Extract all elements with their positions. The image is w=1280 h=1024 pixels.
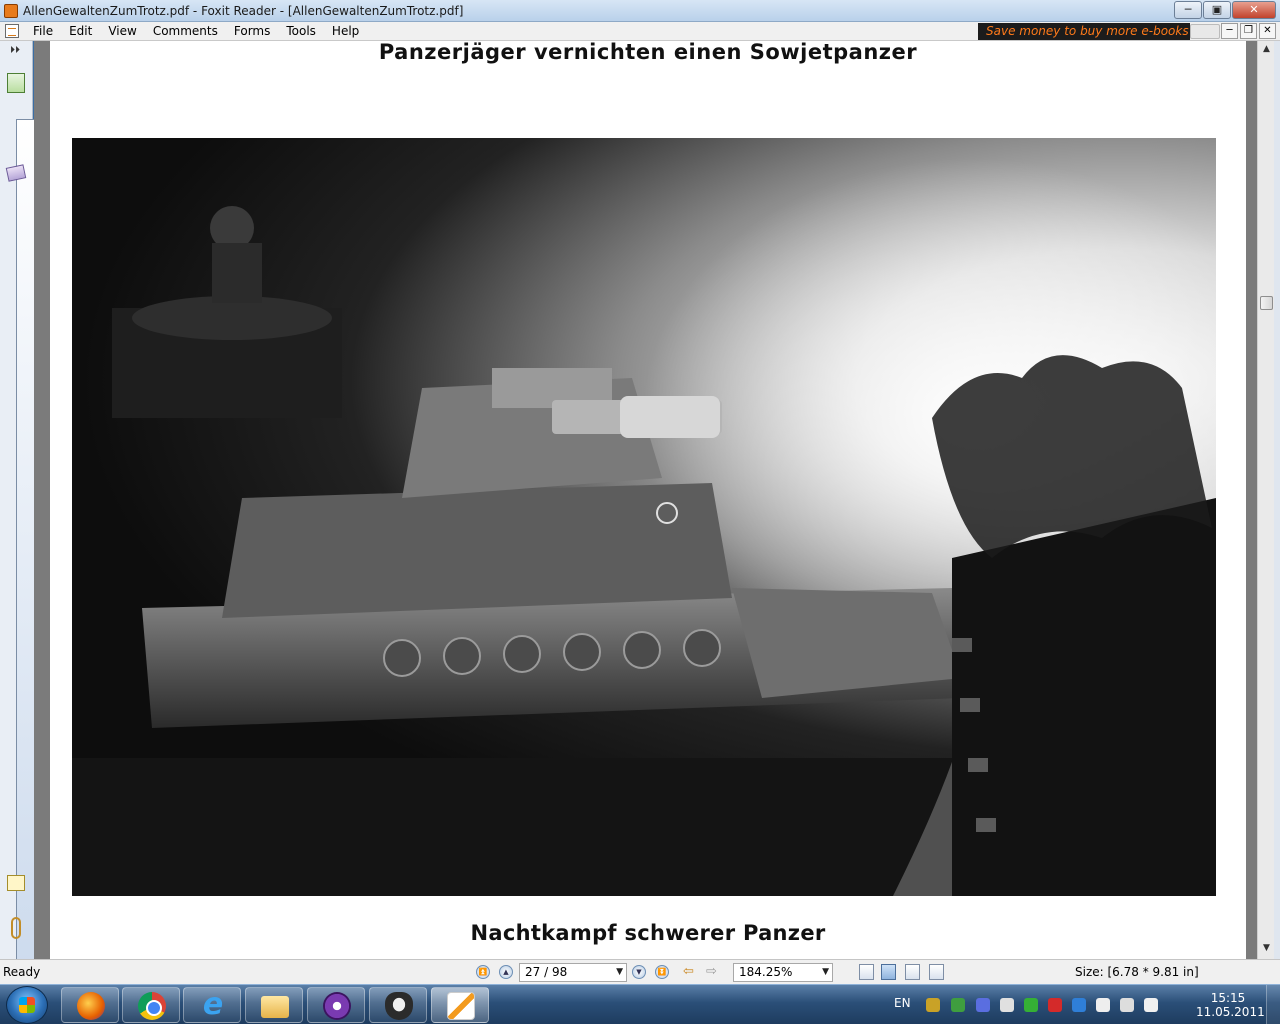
- tray-icon-4[interactable]: [1000, 998, 1014, 1012]
- maximize-button[interactable]: ▣: [1203, 1, 1231, 19]
- tank-night-photo: [72, 138, 1216, 896]
- menu-tools[interactable]: Tools: [278, 24, 324, 38]
- firefox-icon: [77, 992, 105, 1020]
- taskbar-ie[interactable]: e: [183, 987, 241, 1023]
- start-button[interactable]: [6, 986, 48, 1024]
- doc-minimize-button[interactable]: ─: [1221, 23, 1238, 39]
- volume-icon[interactable]: [1168, 998, 1182, 1012]
- go-forward-icon[interactable]: ⇨: [706, 964, 717, 979]
- page-number-input[interactable]: 27 / 98 ▼: [519, 963, 627, 982]
- language-indicator[interactable]: EN: [894, 996, 911, 1010]
- continuous-facing-view-icon[interactable]: [929, 964, 944, 980]
- pdf-page: Panzerjäger vernichten einen Sowjetpanze…: [50, 41, 1246, 959]
- menu-view[interactable]: View: [100, 24, 144, 38]
- menu-help[interactable]: Help: [324, 24, 367, 38]
- taskbar-foxit[interactable]: [431, 987, 489, 1023]
- previous-page-button[interactable]: ▲: [499, 965, 513, 979]
- show-desktop-button[interactable]: [1266, 985, 1280, 1024]
- window-title-bar[interactable]: AllenGewaltenZumTrotz.pdf - Foxit Reader…: [0, 0, 1280, 22]
- system-clock[interactable]: 15:15 11.05.2011: [1196, 991, 1265, 1019]
- tray-icon-5[interactable]: [1024, 998, 1038, 1012]
- window-controls: ─ ▣ ✕: [1173, 1, 1276, 19]
- ad-dismiss-button[interactable]: [1190, 24, 1220, 39]
- zoom-dropdown-icon[interactable]: ▼: [822, 964, 829, 981]
- ie-icon: e: [202, 987, 224, 1022]
- status-text: Ready: [3, 965, 41, 979]
- zoom-level-value: 184.25%: [739, 965, 793, 979]
- taskbar-chrome[interactable]: [122, 987, 180, 1023]
- page-size-indicator: Size: [6.78 * 9.81 in]: [1075, 965, 1199, 979]
- tray-network-arrows-icon[interactable]: [1048, 998, 1062, 1012]
- zoom-level-select[interactable]: 184.25% ▼: [733, 963, 833, 982]
- taskbar-explorer[interactable]: [245, 987, 303, 1023]
- foxit-icon: [447, 992, 475, 1020]
- menu-forms[interactable]: Forms: [226, 24, 278, 38]
- tray-flag-icon[interactable]: [1144, 998, 1158, 1012]
- windows-taskbar: e EN 15:15 11.05.2011: [0, 984, 1280, 1024]
- document-icon[interactable]: [5, 24, 19, 38]
- menu-edit[interactable]: Edit: [61, 24, 100, 38]
- menu-bar: File Edit View Comments Forms Tools Help…: [0, 22, 1280, 41]
- first-page-button[interactable]: ⏫: [476, 965, 490, 979]
- navigation-sidebar: ⏵⏵: [0, 41, 1212, 1024]
- torrent-icon: [323, 992, 351, 1020]
- menu-comments[interactable]: Comments: [145, 24, 226, 38]
- window-right-edge: [1274, 41, 1280, 959]
- bookmarks-icon[interactable]: [7, 73, 25, 93]
- minimize-button[interactable]: ─: [1174, 1, 1202, 19]
- ad-banner[interactable]: Save money to buy more e-books: [978, 23, 1190, 40]
- document-window-controls: ─ ❐ ✕: [1219, 23, 1276, 39]
- tray-icon-1[interactable]: [926, 998, 940, 1012]
- continuous-view-icon[interactable]: [881, 964, 896, 980]
- doc-close-button[interactable]: ✕: [1259, 23, 1276, 39]
- taskbar-firefox[interactable]: [61, 987, 119, 1023]
- tray-icon-9[interactable]: [1120, 998, 1134, 1012]
- single-page-view-icon[interactable]: [859, 964, 874, 980]
- taskbar-alien[interactable]: [369, 987, 427, 1023]
- foxit-app-icon: [4, 3, 18, 18]
- tray-icon-2[interactable]: [951, 998, 965, 1012]
- top-caption: Panzerjäger vernichten einen Sowjetpanze…: [378, 41, 918, 64]
- taskbar-torrent[interactable]: [307, 987, 365, 1023]
- page-number-value: 27 / 98: [525, 965, 568, 979]
- vertical-scrollbar[interactable]: ▲ ▼: [1257, 41, 1274, 959]
- chrome-icon: [138, 992, 166, 1020]
- clock-time: 15:15: [1210, 991, 1246, 1005]
- photo-illustration: [72, 158, 1216, 896]
- tray-icon-7[interactable]: [1072, 998, 1086, 1012]
- menu-file[interactable]: File: [25, 24, 61, 38]
- comments-icon[interactable]: [7, 875, 25, 891]
- scroll-up-button[interactable]: ▲: [1258, 41, 1275, 58]
- close-button[interactable]: ✕: [1232, 1, 1276, 19]
- next-page-button[interactable]: ▼: [632, 965, 646, 979]
- alien-icon: [385, 992, 413, 1020]
- bottom-caption: Nachtkampf schwerer Panzer: [470, 921, 826, 945]
- collapse-sidebar-icon[interactable]: ⏵⏵: [10, 45, 20, 56]
- page-dropdown-icon[interactable]: ▼: [616, 964, 623, 981]
- window-title: AllenGewaltenZumTrotz.pdf - Foxit Reader…: [23, 3, 464, 18]
- go-back-icon[interactable]: ⇦: [683, 964, 694, 979]
- tray-icon-8[interactable]: [1096, 998, 1110, 1012]
- tray-icon-3[interactable]: [976, 998, 990, 1012]
- status-bar: Ready ⏫ ▲ 27 / 98 ▼ ▼ ⏬ ⇦ ⇨ 184.25% ▼ Si…: [0, 959, 1280, 984]
- attachments-icon[interactable]: [11, 917, 21, 939]
- explorer-folder-icon: [261, 996, 289, 1018]
- document-view[interactable]: Panzerjäger vernichten einen Sowjetpanze…: [34, 41, 1257, 959]
- clock-date: 11.05.2011: [1196, 1005, 1265, 1019]
- scroll-thumb[interactable]: [1260, 296, 1273, 310]
- doc-restore-button[interactable]: ❐: [1240, 23, 1257, 39]
- facing-view-icon[interactable]: [905, 964, 920, 980]
- last-page-button[interactable]: ⏬: [655, 965, 669, 979]
- scroll-down-button[interactable]: ▼: [1258, 940, 1275, 957]
